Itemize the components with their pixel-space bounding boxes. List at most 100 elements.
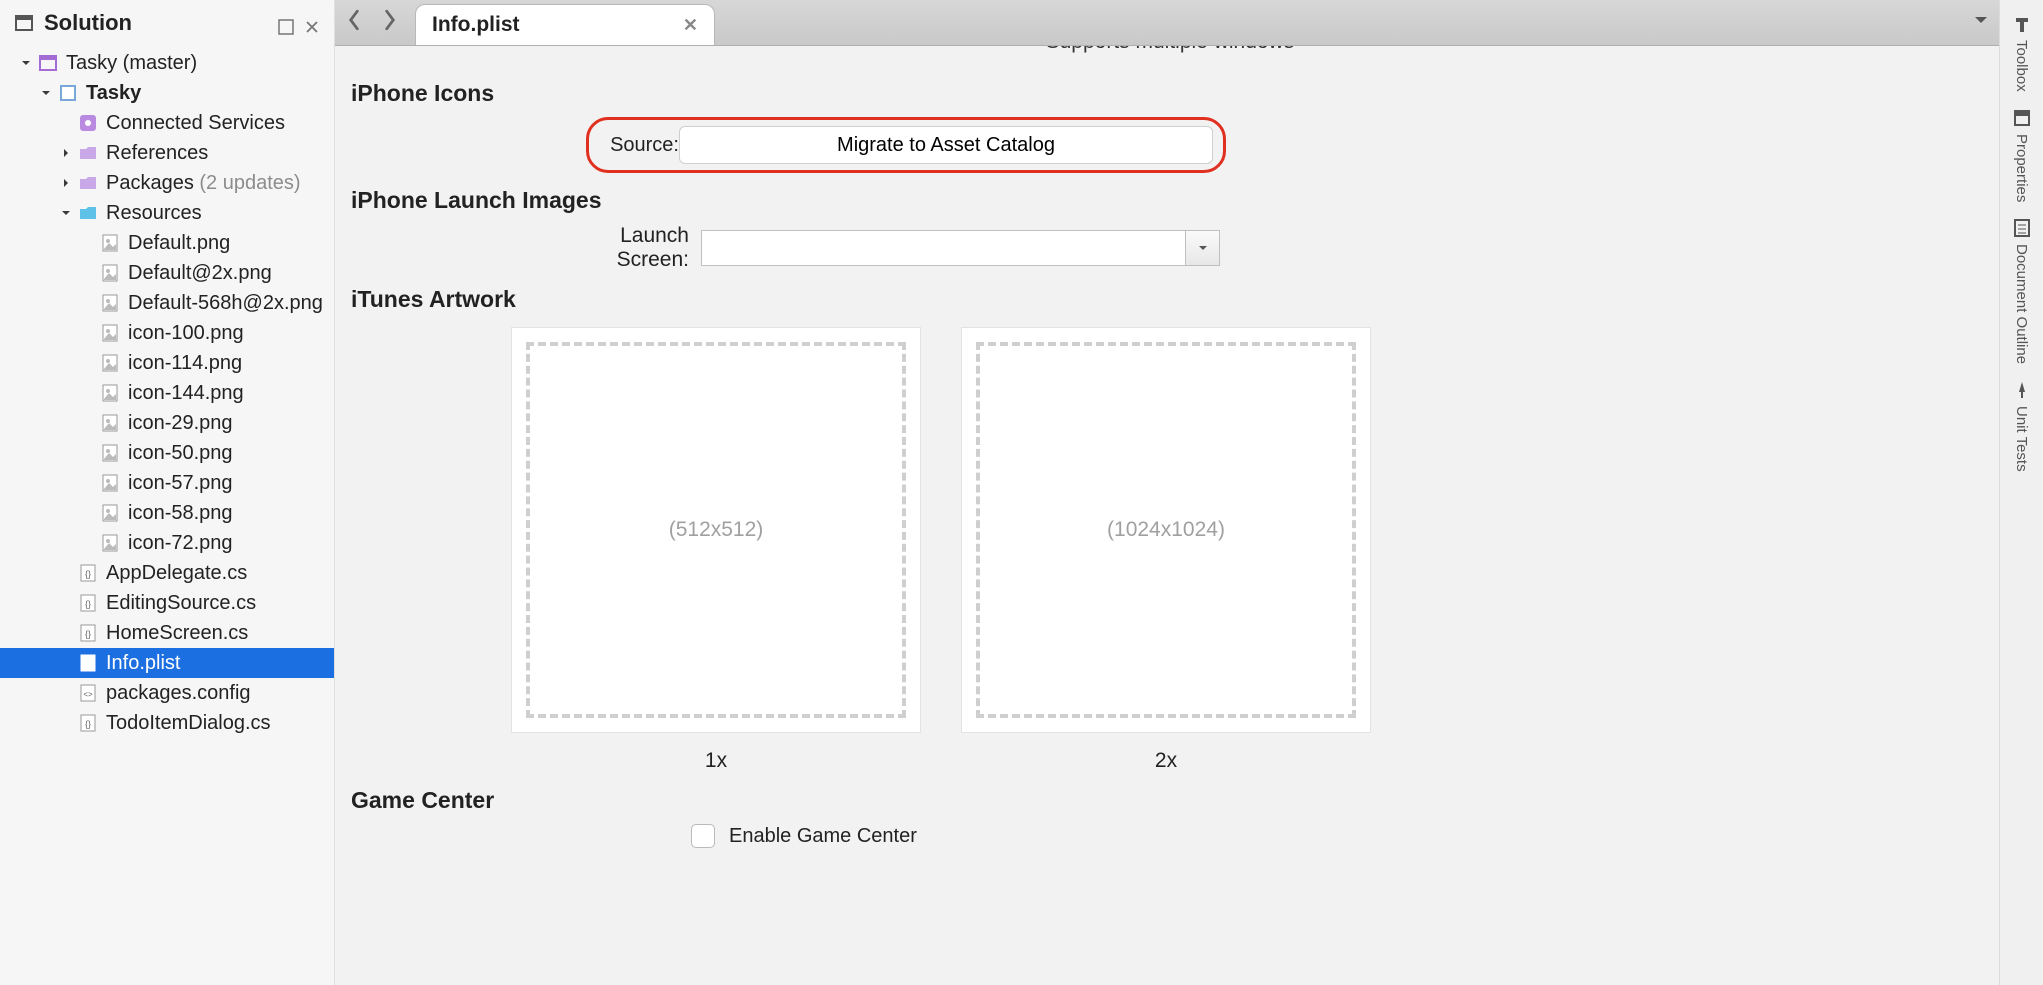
chevron-down-icon[interactable]: [60, 207, 72, 219]
chevron-right-icon[interactable]: [60, 177, 72, 189]
node-icon: [100, 263, 120, 283]
pad-icon: [2012, 218, 2032, 238]
enable-game-center-checkbox[interactable]: [691, 824, 715, 848]
tree-resources[interactable]: Resources: [0, 198, 334, 228]
launch-screen-combo[interactable]: [701, 230, 1220, 266]
section-itunes-artwork: iTunes Artwork: [351, 286, 1983, 313]
tree-item-label: icon-144.png: [128, 382, 244, 405]
chevron-right-icon: [82, 267, 94, 279]
tree-file[interactable]: icon-144.png: [0, 378, 334, 408]
history-nav: [335, 0, 409, 45]
tree-item-label: Packages (2 updates): [106, 172, 301, 195]
node-icon: [100, 503, 120, 523]
chevron-right-icon[interactable]: [60, 147, 72, 159]
migrate-to-asset-catalog-button[interactable]: Migrate to Asset Catalog: [679, 126, 1213, 164]
tree-file[interactable]: {} AppDelegate.cs: [0, 558, 334, 588]
tree-references[interactable]: References: [0, 138, 334, 168]
pad-toolbox[interactable]: Toolbox: [2012, 8, 2032, 98]
tree-file[interactable]: Info.plist: [0, 648, 334, 678]
tree-item-label: icon-100.png: [128, 322, 244, 345]
pad-label: Document Outline: [2013, 244, 2030, 364]
tree-item-label: icon-72.png: [128, 532, 233, 555]
tree-file[interactable]: Default@2x.png: [0, 258, 334, 288]
chevron-right-icon: [82, 357, 94, 369]
node-icon: [78, 653, 98, 673]
chevron-right-icon: [82, 387, 94, 399]
tree-item-label: References: [106, 142, 208, 165]
node-icon: [100, 413, 120, 433]
source-highlight: Source: Migrate to Asset Catalog: [586, 117, 1226, 173]
tree-item-label: HomeScreen.cs: [106, 622, 248, 645]
nav-back-icon[interactable]: [345, 9, 363, 37]
chevron-right-icon: [82, 447, 94, 459]
svg-text:{}: {}: [85, 569, 91, 579]
tree-item-label: Connected Services: [106, 112, 285, 135]
node-icon: [100, 293, 120, 313]
chevron-right-icon: [60, 657, 72, 669]
tree-file[interactable]: {} TodoItemDialog.cs: [0, 708, 334, 738]
chevron-right-icon: [60, 687, 72, 699]
node-icon: [78, 173, 98, 193]
tree-file[interactable]: icon-100.png: [0, 318, 334, 348]
svg-text:{}: {}: [85, 629, 91, 639]
autohide-icon[interactable]: [278, 15, 294, 31]
chevron-right-icon: [82, 507, 94, 519]
tree-file[interactable]: <> packages.config: [0, 678, 334, 708]
tree-file[interactable]: {} EditingSource.cs: [0, 588, 334, 618]
tree-item-label: icon-58.png: [128, 502, 233, 525]
artwork-2x-dropzone[interactable]: (1024x1024): [961, 327, 1371, 733]
chevron-right-icon: [82, 237, 94, 249]
artwork-1x-label: 1x: [705, 749, 727, 773]
tree-file[interactable]: Default.png: [0, 228, 334, 258]
tree-solution-root[interactable]: Tasky (master): [0, 48, 334, 78]
editor-area: Info.plist ✕ Supports multiple windows i…: [335, 0, 1999, 985]
tab-overflow-icon[interactable]: [1973, 11, 1989, 34]
node-icon: [100, 233, 120, 253]
node-icon: [100, 473, 120, 493]
tree-connected-services[interactable]: Connected Services: [0, 108, 334, 138]
node-icon: [100, 383, 120, 403]
nav-forward-icon[interactable]: [381, 9, 399, 37]
solution-tree[interactable]: Tasky (master) Tasky Connected Services …: [0, 46, 334, 738]
pad-properties[interactable]: Properties: [2012, 102, 2032, 208]
tree-file[interactable]: {} HomeScreen.cs: [0, 618, 334, 648]
artwork-1x-size: (512x512): [669, 518, 764, 542]
chevron-down-icon[interactable]: [40, 87, 52, 99]
tree-file[interactable]: icon-29.png: [0, 408, 334, 438]
section-game-center: Game Center: [351, 787, 1983, 814]
pad-label: Properties: [2013, 134, 2030, 202]
tree-file[interactable]: icon-114.png: [0, 348, 334, 378]
tab-info-plist[interactable]: Info.plist ✕: [415, 4, 715, 45]
node-icon: [100, 323, 120, 343]
solution-icon: [14, 13, 34, 33]
artwork-1x-dropzone[interactable]: (512x512): [511, 327, 921, 733]
tree-item-label: icon-114.png: [128, 352, 242, 375]
node-icon: [78, 143, 98, 163]
node-icon: [78, 113, 98, 133]
chevron-down-icon[interactable]: [1186, 230, 1220, 266]
pad-label: Toolbox: [2013, 40, 2030, 92]
tree-file[interactable]: icon-57.png: [0, 468, 334, 498]
tree-file[interactable]: icon-72.png: [0, 528, 334, 558]
supports-multiple-windows-label: Supports multiple windows: [1046, 46, 1295, 53]
tree-item-label: packages.config: [106, 682, 251, 705]
source-label: Source:: [599, 134, 679, 157]
tab-close-icon[interactable]: ✕: [663, 15, 698, 36]
chevron-down-icon[interactable]: [20, 57, 32, 69]
chevron-right-icon: [82, 327, 94, 339]
tree-packages[interactable]: Packages (2 updates): [0, 168, 334, 198]
close-icon[interactable]: [304, 15, 320, 31]
pad-icon: [2012, 14, 2032, 34]
pad-icon: [2012, 108, 2032, 128]
pad-icon: [2012, 380, 2032, 400]
node-icon: [38, 53, 58, 73]
tree-file[interactable]: Default-568h@2x.png: [0, 288, 334, 318]
node-icon: {}: [78, 713, 98, 733]
pad-document outline[interactable]: Document Outline: [2012, 212, 2032, 370]
launch-screen-input[interactable]: [701, 230, 1186, 266]
tree-item-label: Default@2x.png: [128, 262, 272, 285]
pad-unit tests[interactable]: Unit Tests: [2012, 374, 2032, 478]
tree-project[interactable]: Tasky: [0, 78, 334, 108]
tree-file[interactable]: icon-50.png: [0, 438, 334, 468]
tree-file[interactable]: icon-58.png: [0, 498, 334, 528]
